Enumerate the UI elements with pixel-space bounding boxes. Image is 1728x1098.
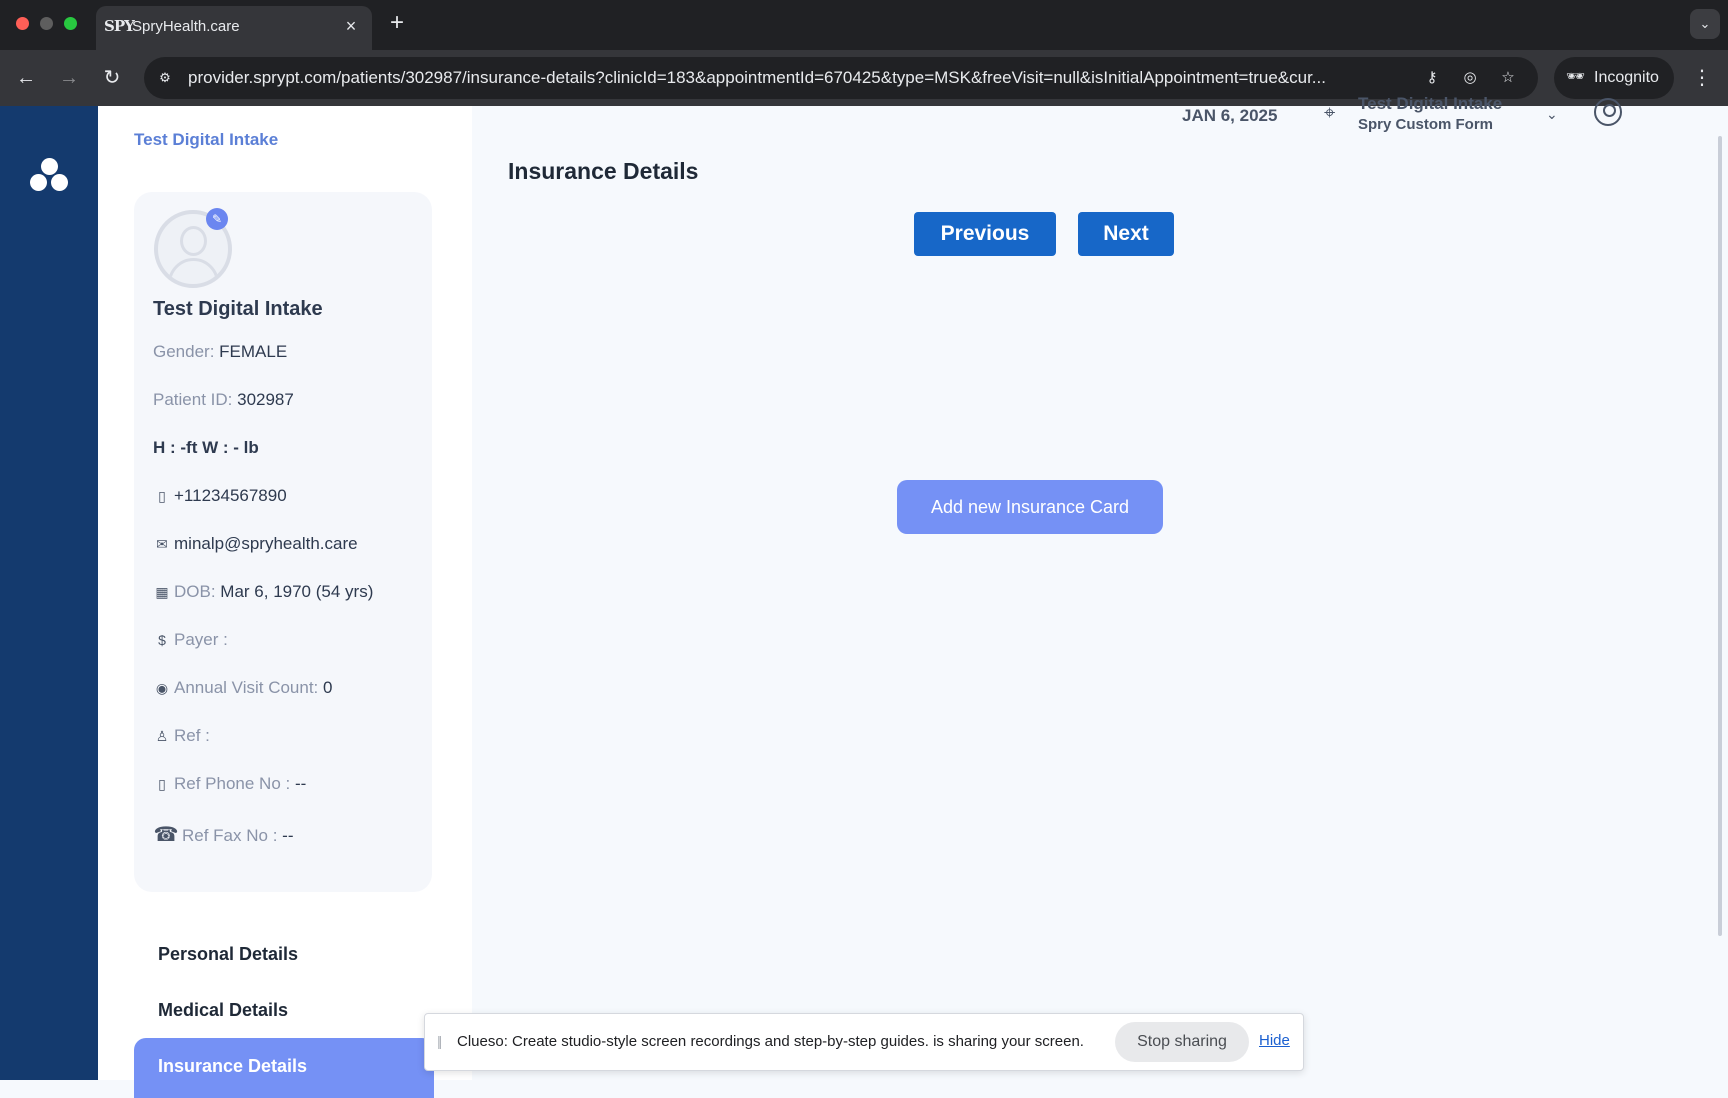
calendar-icon: ▦	[155, 584, 169, 600]
mail-icon: ✉	[156, 536, 168, 552]
person-icon: ♙	[155, 728, 169, 744]
email-value: minalp@spryhealth.care	[174, 534, 358, 553]
gender-value: FEMALE	[219, 342, 288, 361]
dob-label: DOB:	[174, 582, 216, 601]
email-row: ✉ minalp@spryhealth.care	[153, 534, 358, 554]
patient-sidebar: Test Digital Intake ✎ Test Digital Intak…	[98, 106, 472, 1098]
address-bar[interactable]: ⚙ provider.sprypt.com/patients/302987/in…	[144, 57, 1538, 99]
url-text[interactable]: provider.sprypt.com/patients/302987/insu…	[188, 68, 1408, 88]
patient-id-label: Patient ID:	[153, 390, 233, 409]
nav-insurance-label: Insurance Details	[158, 1056, 308, 1076]
nav-medical-details[interactable]: Medical Details	[158, 1000, 288, 1021]
ref-phone-value: --	[294, 774, 307, 793]
maximize-window-button[interactable]	[64, 17, 77, 30]
fax-icon: ☎	[153, 824, 179, 846]
avatar-body	[168, 258, 219, 284]
phone-value: +11234567890	[174, 486, 287, 505]
incognito-label: Incognito	[1594, 69, 1659, 86]
main-content: JAN 6, 2025 ⌖ Test Digital Intake Spry C…	[472, 94, 1728, 1080]
app-rail	[0, 106, 98, 1080]
page-title: Insurance Details	[508, 158, 699, 184]
location-pin-icon: ⌖	[1324, 102, 1336, 124]
minimize-window-button[interactable]	[40, 17, 53, 30]
drag-handle-icon[interactable]: ||	[437, 1033, 442, 1049]
ref-fax-row: ☎ Ref Fax No : --	[153, 822, 294, 847]
spry-logo-icon[interactable]	[30, 158, 70, 198]
ref-phone-row: ▯ Ref Phone No : --	[153, 774, 306, 794]
ref-row: ♙ Ref :	[153, 726, 210, 746]
previous-button[interactable]: Previous	[914, 212, 1056, 256]
eye-icon: ◉	[155, 680, 169, 696]
password-key-icon[interactable]: ⚷	[1420, 67, 1444, 89]
location-form[interactable]: Spry Custom Form	[1358, 116, 1493, 133]
incognito-icon: 🕶	[1566, 68, 1586, 85]
gender-label: Gender:	[153, 342, 215, 361]
tab-strip: SPY SpryHealth.care × + ⌄	[0, 0, 1728, 50]
dob-row: ▦ DOB: Mar 6, 1970 (54 yrs)	[153, 582, 373, 602]
hide-link[interactable]: Hide	[1259, 1032, 1290, 1049]
avatar-head	[180, 226, 207, 256]
close-window-button[interactable]	[16, 17, 29, 30]
dob-value: Mar 6, 1970 (54 yrs)	[220, 582, 374, 601]
share-message: Clueso: Create studio-style screen recor…	[457, 1033, 1084, 1050]
browser-chrome: SPY SpryHealth.care × + ⌄ ← → ↻ ⚙ provid…	[0, 0, 1728, 106]
patient-id-row: Patient ID: 302987	[153, 390, 294, 410]
reload-icon[interactable]: ↻	[98, 64, 126, 92]
visit-count-row: ◉ Annual Visit Count: 0	[153, 678, 333, 698]
next-button[interactable]: Next	[1078, 212, 1174, 256]
payer-label: Payer :	[174, 630, 228, 649]
stop-sharing-button[interactable]: Stop sharing	[1115, 1022, 1249, 1062]
new-tab-icon[interactable]: +	[384, 10, 410, 36]
close-tab-icon[interactable]: ×	[340, 15, 362, 37]
eye-off-icon[interactable]: ◎	[1458, 67, 1482, 89]
ref-phone-label: Ref Phone No :	[174, 774, 291, 793]
phone-row: ▯ +11234567890	[153, 486, 287, 506]
patient-name: Test Digital Intake	[153, 298, 323, 320]
location-name[interactable]: Test Digital Intake	[1358, 94, 1502, 114]
add-insurance-card-button[interactable]: Add new Insurance Card	[897, 480, 1163, 534]
ref-fax-value: --	[282, 826, 294, 845]
tab-title: SpryHealth.care	[132, 18, 240, 35]
height-weight: H : -ft W : - lb	[153, 438, 259, 457]
phone-icon: ▯	[158, 776, 166, 792]
favicon-icon: SPY	[104, 17, 135, 35]
patient-id-value: 302987	[237, 390, 294, 409]
nav-insurance-details[interactable]: Insurance Details	[134, 1038, 434, 1098]
edit-icon[interactable]: ✎	[206, 208, 228, 230]
payer-icon: $	[158, 632, 166, 648]
visit-count-value: 0	[323, 678, 333, 697]
tab-search-icon[interactable]: ⌄	[1690, 9, 1720, 39]
browser-tab[interactable]: SPY SpryHealth.care ×	[96, 6, 372, 50]
patient-card: ✎ Test Digital Intake Gender: FEMALE Pat…	[134, 192, 432, 892]
bookmark-star-icon[interactable]: ☆	[1496, 67, 1520, 89]
user-account-icon[interactable]	[1594, 98, 1622, 126]
ref-label: Ref :	[174, 726, 210, 745]
nav-personal-details[interactable]: Personal Details	[158, 944, 298, 965]
breadcrumb[interactable]: Test Digital Intake	[134, 130, 278, 150]
visit-count-label: Annual Visit Count:	[174, 678, 319, 697]
ref-fax-label: Ref Fax No :	[182, 826, 278, 845]
appointment-date: JAN 6, 2025	[1182, 106, 1278, 125]
site-info-icon[interactable]: ⚙	[154, 67, 176, 89]
screen-share-bar: || Clueso: Create studio-style screen re…	[424, 1013, 1304, 1071]
phone-icon: ▯	[158, 488, 166, 504]
back-icon[interactable]: ←	[12, 64, 40, 92]
payer-row: $ Payer :	[153, 630, 228, 650]
gender-row: Gender: FEMALE	[153, 342, 287, 362]
incognito-indicator[interactable]: 🕶 Incognito	[1554, 57, 1674, 99]
browser-menu-icon[interactable]: ⋮	[1690, 64, 1714, 92]
chevron-down-icon[interactable]: ⌄	[1546, 106, 1558, 123]
forward-icon[interactable]: →	[55, 64, 83, 92]
scrollbar[interactable]	[1718, 136, 1722, 936]
